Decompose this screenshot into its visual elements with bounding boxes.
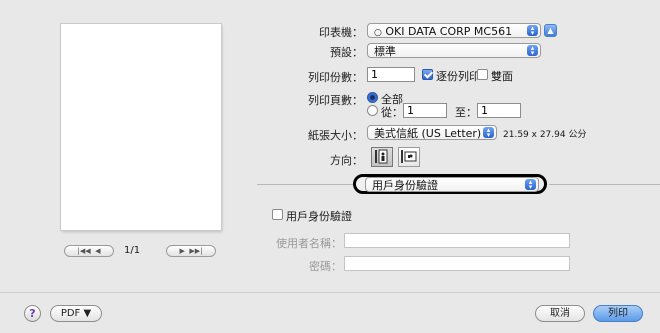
presets-popup[interactable]: 標準 ▴ ▾ bbox=[367, 43, 541, 58]
orientation-portrait-button[interactable] bbox=[371, 147, 393, 167]
landscape-icon bbox=[401, 150, 417, 163]
prev-page-icon[interactable]: ◀ bbox=[95, 247, 100, 255]
printer-label: 印表機： bbox=[319, 26, 363, 39]
help-button[interactable]: ? bbox=[24, 305, 41, 322]
pages-all-radio[interactable] bbox=[367, 92, 378, 103]
password-field[interactable] bbox=[344, 256, 570, 271]
next-page-icon[interactable]: ▶ bbox=[180, 247, 185, 255]
two-sided-label: 雙面 bbox=[491, 70, 513, 83]
paper-size-label: 紙張大小： bbox=[308, 129, 363, 142]
paper-size-popup[interactable]: 美式信紙 (US Letter) ▴ ▾ bbox=[367, 125, 497, 140]
collate-label: 逐份列印 bbox=[436, 70, 480, 83]
printer-popup[interactable]: ○ OKI DATA CORP MC561 ▴ ▾ bbox=[367, 23, 541, 38]
user-auth-checkbox[interactable] bbox=[272, 209, 283, 220]
popup-arrows-icon: ▴ ▾ bbox=[527, 45, 538, 57]
print-button[interactable]: 列印 bbox=[593, 305, 643, 322]
paper-size-value: 美式信紙 (US Letter) bbox=[374, 127, 482, 140]
pages-to-field[interactable]: 1 bbox=[477, 103, 521, 118]
next-last-page-buttons[interactable]: ▶ ▶▶| bbox=[166, 245, 216, 257]
portrait-icon bbox=[375, 149, 388, 164]
presets-value: 標準 bbox=[374, 45, 396, 58]
section-value: 用戶身份驗證 bbox=[372, 179, 438, 192]
popup-arrows-icon: ▴ ▾ bbox=[527, 25, 538, 37]
password-label: 密碼： bbox=[309, 260, 342, 273]
copies-field[interactable]: 1 bbox=[367, 67, 415, 82]
section-separator-left bbox=[257, 184, 354, 185]
cancel-button[interactable]: 取消 bbox=[535, 305, 585, 322]
bottom-divider bbox=[0, 292, 660, 293]
user-auth-label: 用戶身份驗證 bbox=[286, 210, 352, 223]
first-page-icon[interactable]: |◀◀ bbox=[78, 247, 91, 255]
section-separator-right bbox=[549, 184, 660, 185]
pages-from-field[interactable]: 1 bbox=[403, 103, 447, 118]
printer-value: OKI DATA CORP MC561 bbox=[385, 25, 513, 38]
orientation-landscape-button[interactable] bbox=[398, 147, 420, 167]
presets-label: 預設： bbox=[330, 46, 363, 59]
first-prev-page-buttons[interactable]: |◀◀ ◀ bbox=[64, 245, 114, 257]
page-indicator: 1/1 bbox=[124, 245, 141, 256]
pages-range-radio[interactable] bbox=[367, 105, 378, 116]
page-preview bbox=[61, 24, 221, 230]
orientation-label: 方向： bbox=[330, 154, 363, 167]
popup-arrows-icon: ▴ ▾ bbox=[483, 127, 494, 139]
two-sided-checkbox[interactable] bbox=[477, 69, 488, 80]
printer-status-icon: ○ bbox=[374, 28, 382, 38]
disclosure-up-icon: ▲ bbox=[547, 26, 554, 35]
username-field[interactable] bbox=[344, 233, 570, 248]
collapse-details-button[interactable]: ▲ bbox=[544, 24, 557, 37]
section-popup[interactable]: 用戶身份驗證 ▴ ▾ bbox=[365, 177, 539, 192]
last-page-icon[interactable]: ▶▶| bbox=[189, 247, 202, 255]
username-label: 使用者名稱： bbox=[276, 237, 342, 250]
pages-from-label: 從： bbox=[381, 106, 403, 119]
pages-to-label: 至： bbox=[455, 106, 477, 119]
paper-dimensions: 21.59 x 27.94 公分 bbox=[503, 130, 587, 140]
pages-label: 列印頁數： bbox=[308, 94, 363, 107]
pdf-menu-button[interactable]: PDF ▼ bbox=[50, 305, 102, 322]
copies-label: 列印份數： bbox=[308, 71, 363, 84]
collate-checkbox[interactable] bbox=[422, 69, 433, 80]
popup-arrows-icon: ▴ ▾ bbox=[525, 179, 536, 191]
